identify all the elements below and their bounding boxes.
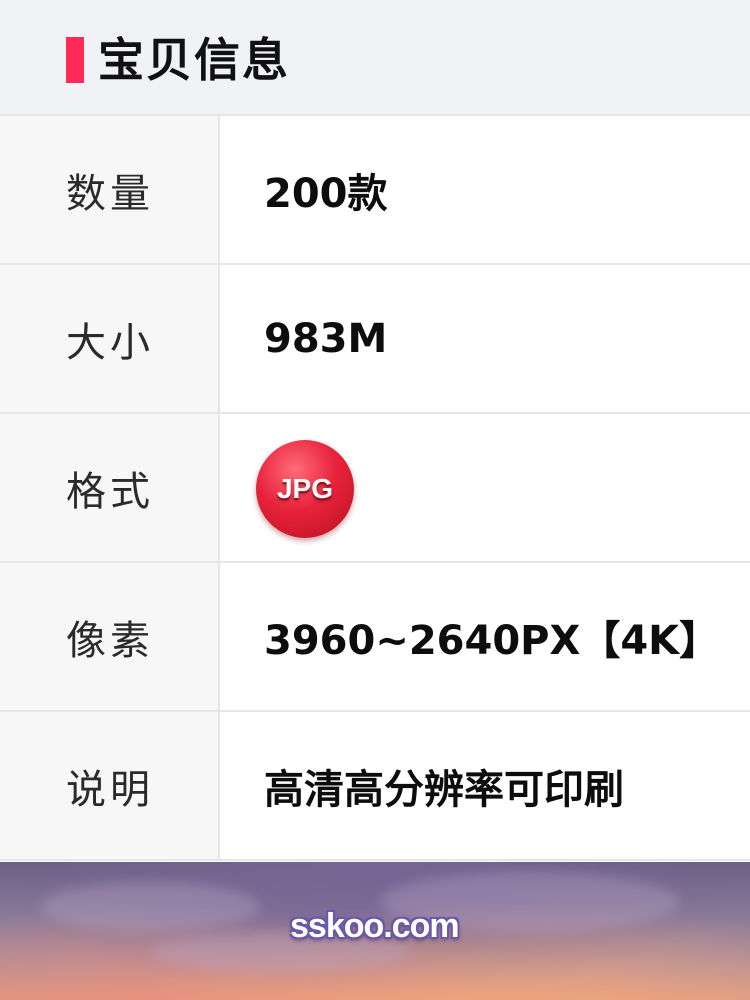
row-value: 3960~2640PX【4K】 xyxy=(264,617,720,664)
watermark-logo: sskoo.com xyxy=(290,907,460,945)
info-table: 数量 200款 大小 983M 格式 JPG 像素 3960~2640PX【4K… xyxy=(0,116,750,861)
row-value: 高清高分辨率可印刷 xyxy=(264,766,624,813)
table-row-quantity: 数量 200款 xyxy=(0,116,750,265)
table-row-pixels: 像素 3960~2640PX【4K】 xyxy=(0,563,750,712)
row-value: 983M xyxy=(264,315,388,362)
row-label: 格式 xyxy=(66,468,154,515)
label-cell: 大小 xyxy=(0,265,220,412)
table-row-description: 说明 高清高分辨率可印刷 xyxy=(0,712,750,861)
product-info-page: 宝贝信息 数量 200款 大小 983M 格式 JPG 像素 3960~2640… xyxy=(0,0,750,1000)
table-row-size: 大小 983M xyxy=(0,265,750,414)
label-cell: 数量 xyxy=(0,116,220,263)
row-label: 大小 xyxy=(66,319,154,366)
row-label: 说明 xyxy=(66,766,154,813)
label-cell: 格式 xyxy=(0,414,220,561)
row-value: 200款 xyxy=(264,170,388,217)
table-row-format: 格式 JPG xyxy=(0,414,750,563)
label-cell: 像素 xyxy=(0,563,220,710)
format-badge-text: JPG xyxy=(276,473,334,504)
label-cell: 说明 xyxy=(0,712,220,859)
row-label: 像素 xyxy=(66,617,154,664)
section-header: 宝贝信息 xyxy=(0,0,750,116)
row-label: 数量 xyxy=(66,170,154,217)
header-accent-bar xyxy=(66,37,84,83)
jpg-badge-icon: JPG xyxy=(256,440,354,538)
section-title: 宝贝信息 xyxy=(98,33,290,87)
cloud-shape xyxy=(40,882,260,932)
